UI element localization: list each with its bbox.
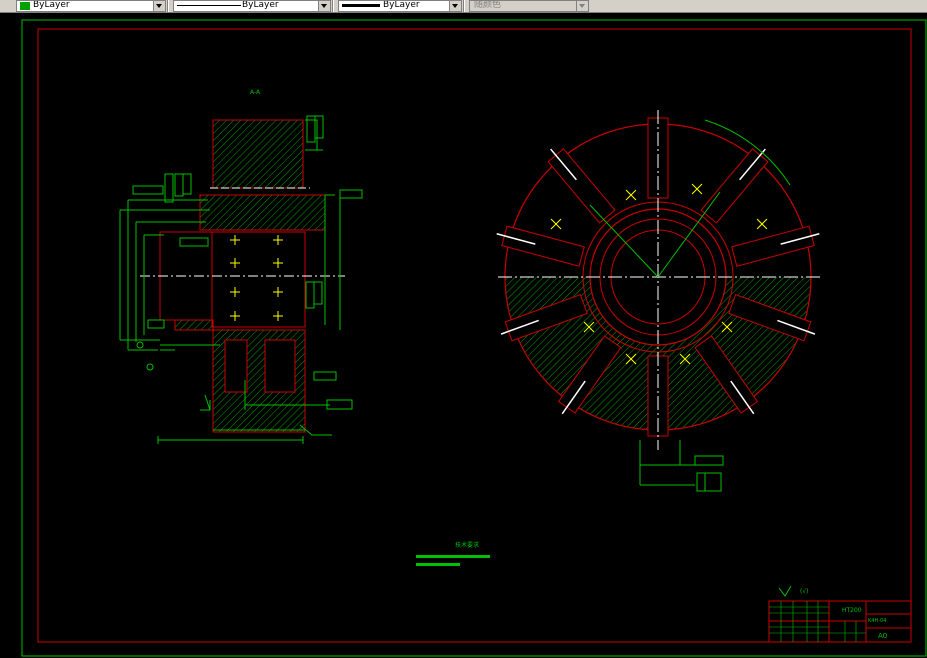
lineweight-control-value: ByLayer <box>383 0 420 10</box>
linetype-control-dropdown[interactable]: ByLayer <box>173 0 331 12</box>
tech-requirements-title: 技术要求 <box>455 541 479 549</box>
lineweight-control-dropdown[interactable]: ByLayer <box>338 0 462 12</box>
color-swatch <box>20 2 30 10</box>
title-block: (√) HT200 K4H-04 A0 <box>768 585 912 643</box>
lineweight-preview <box>342 4 380 7</box>
toolbar-separator <box>167 0 169 12</box>
properties-toolbar: ByLayer ByLayer ByLayer 随颜色 <box>0 0 927 13</box>
technical-requirements: 技术要求 <box>416 541 490 566</box>
section-label: A-A <box>250 89 261 96</box>
material-label: HT200 <box>842 607 862 614</box>
color-control-dropdown[interactable]: ByLayer <box>16 0 166 12</box>
plotstyle-control-dropdown[interactable]: 随颜色 <box>469 0 589 12</box>
sheet-size: A0 <box>878 632 887 640</box>
chevron-down-icon[interactable] <box>318 1 330 11</box>
linetype-preview <box>177 5 241 6</box>
section-view: A-A <box>119 89 363 444</box>
chevron-down-icon[interactable] <box>153 1 165 11</box>
linetype-control-value: ByLayer <box>242 0 279 10</box>
toolbar-separator <box>463 0 465 12</box>
drawing-canvas[interactable]: A-A 技术要求 (√) HT200 K4H-04 A0 <box>0 13 927 658</box>
chevron-down-icon[interactable] <box>576 1 588 11</box>
chevron-down-icon[interactable] <box>449 1 461 11</box>
end-view <box>496 110 820 492</box>
roughness-note: (√) <box>800 588 809 595</box>
plotstyle-control-value: 随颜色 <box>474 0 502 10</box>
toolbar-separator <box>332 0 334 12</box>
color-control-value: ByLayer <box>33 0 70 10</box>
drawing-number: K4H-04 <box>868 618 886 624</box>
